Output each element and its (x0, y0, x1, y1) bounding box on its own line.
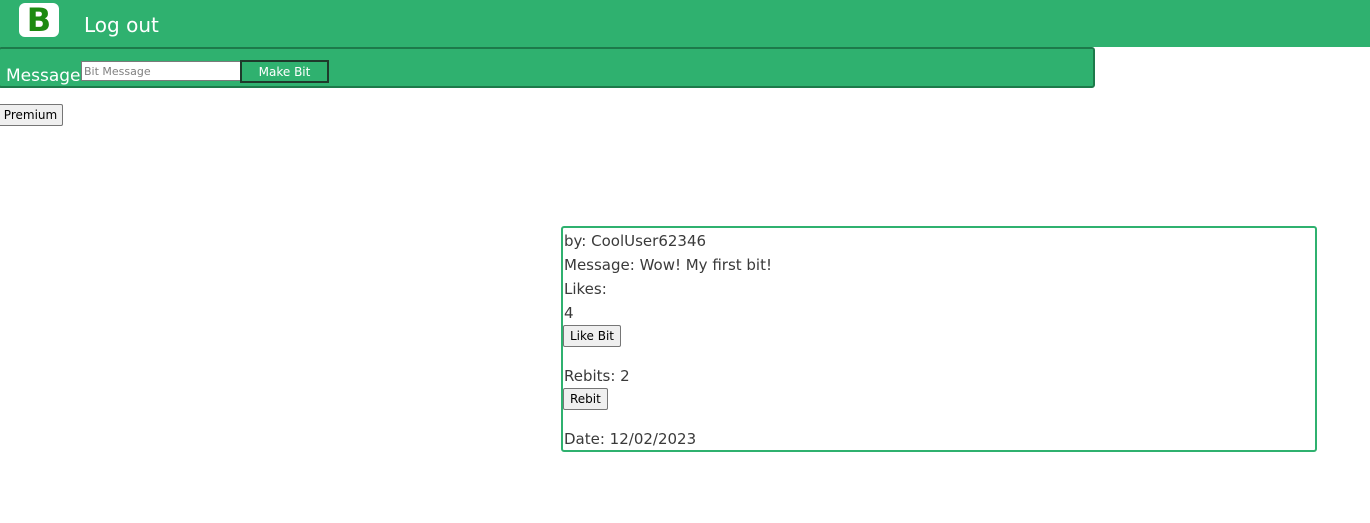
message-label: Message: (6, 66, 87, 86)
rebit-button[interactable]: Rebit (563, 388, 608, 410)
bit-message-input[interactable] (81, 61, 242, 81)
top-nav-bar: B Log out (0, 0, 1370, 47)
bit-composer: Message: Make Bit (0, 47, 1095, 88)
rebits-count: Rebits: 2 (564, 367, 630, 385)
bit-message: Message: Wow! My first bit! (564, 256, 772, 274)
bit-card: by: CoolUser62346 Message: Wow! My first… (561, 226, 1317, 452)
likes-count: 4 (564, 304, 574, 322)
likes-label: Likes: (564, 280, 607, 298)
logout-link[interactable]: Log out (84, 12, 159, 38)
premium-button[interactable]: Premium (0, 104, 63, 126)
make-bit-button[interactable]: Make Bit (240, 60, 329, 83)
bit-date: Date: 12/02/2023 (564, 430, 697, 448)
logo[interactable]: B (19, 1, 59, 39)
bit-author: by: CoolUser62346 (564, 232, 707, 250)
like-bit-button[interactable]: Like Bit (563, 325, 622, 347)
logo-letter: B (26, 1, 52, 39)
